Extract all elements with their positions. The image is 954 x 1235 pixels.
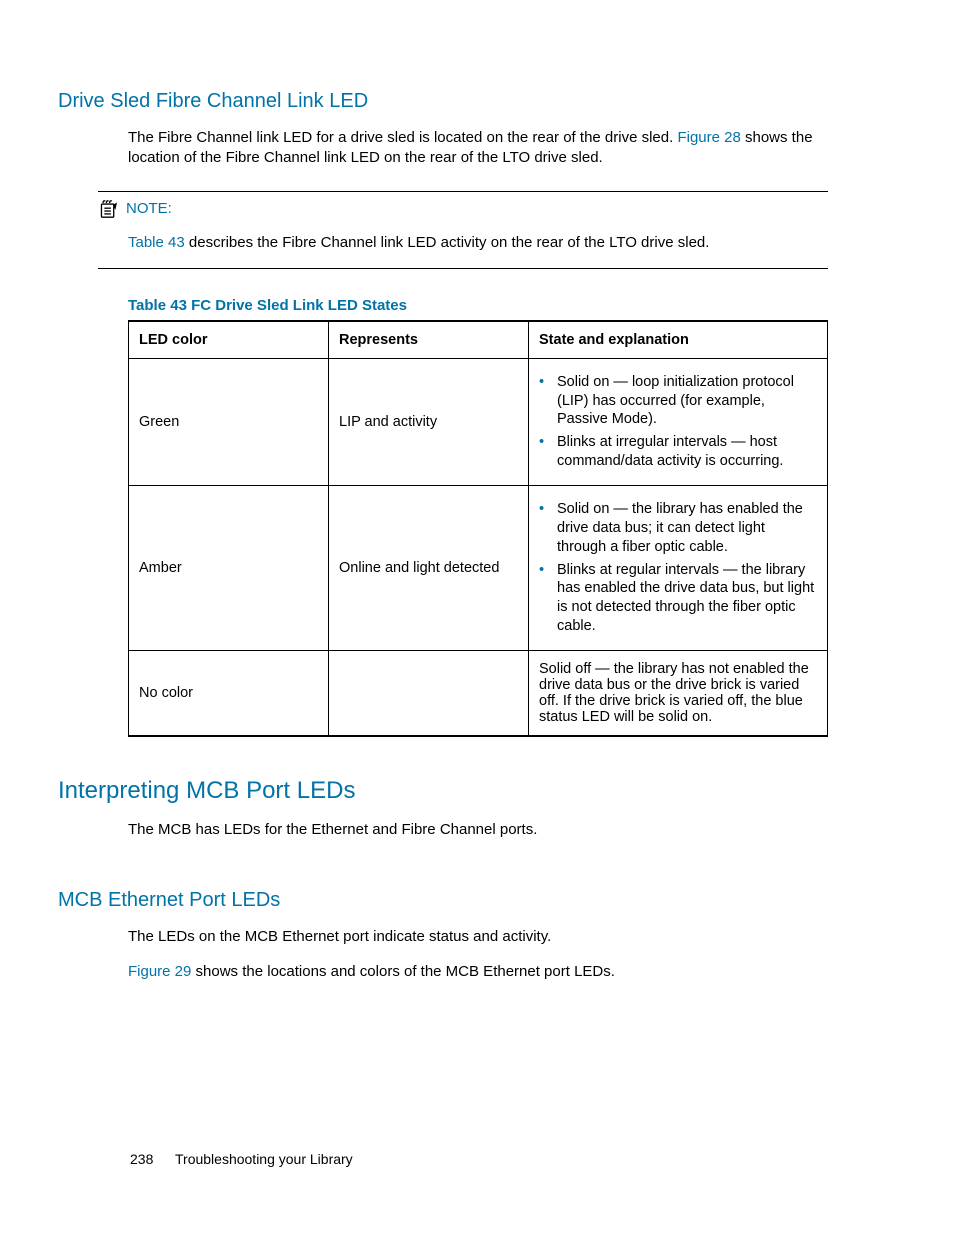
list-item: Blinks at regular intervals — the librar… [539, 561, 817, 636]
paragraph-mcb-ethernet-1: The LEDs on the MCB Ethernet port indica… [128, 927, 828, 947]
paragraph-mcb-ethernet-2: Figure 29 shows the locations and colors… [128, 962, 828, 982]
divider [98, 191, 828, 192]
table-cell-led-color: Amber [129, 485, 329, 650]
table-cell-state: Solid off — the library has not enabled … [529, 650, 828, 736]
table-row: No color Solid off — the library has not… [129, 650, 828, 736]
table-header-cell: State and explanation [529, 321, 828, 359]
table-header-cell: LED color [129, 321, 329, 359]
footer-section-title: Troubleshooting your Library [175, 1151, 353, 1167]
link-table-43[interactable]: Table 43 [128, 234, 185, 251]
text-fragment: describes the Fibre Channel link LED act… [185, 234, 710, 251]
note-text: Table 43 describes the Fibre Channel lin… [128, 233, 828, 253]
text-fragment: shows the locations and colors of the MC… [191, 963, 615, 980]
link-figure-28[interactable]: Figure 28 [677, 129, 740, 146]
list-item: Solid on — the library has enabled the d… [539, 500, 817, 557]
table-cell-represents [329, 650, 529, 736]
table-header-row: LED color Represents State and explanati… [129, 321, 828, 359]
link-figure-29[interactable]: Figure 29 [128, 963, 191, 980]
heading-drive-sled-fibre: Drive Sled Fibre Channel Link LED [58, 90, 828, 113]
table-caption: Table 43 FC Drive Sled Link LED States [128, 297, 828, 314]
table-header-cell: Represents [329, 321, 529, 359]
table-cell-led-color: No color [129, 650, 329, 736]
table-row: Amber Online and light detected Solid on… [129, 485, 828, 650]
divider [98, 268, 828, 269]
paragraph-mcb-intro: The MCB has LEDs for the Ethernet and Fi… [128, 820, 828, 840]
note-block: NOTE: Table 43 describes the Fibre Chann… [58, 191, 828, 269]
table-row: Green LIP and activity Solid on — loop i… [129, 358, 828, 485]
table-cell-led-color: Green [129, 358, 329, 485]
heading-interpreting-mcb: Interpreting MCB Port LEDs [58, 777, 828, 805]
table-cell-state: Solid on — loop initialization protocol … [529, 358, 828, 485]
list-item: Solid on — loop initialization protocol … [539, 373, 817, 430]
table-cell-represents: LIP and activity [329, 358, 529, 485]
note-icon [98, 200, 118, 218]
page-number: 238 [130, 1151, 153, 1167]
list-item: Blinks at irregular intervals — host com… [539, 433, 817, 471]
text-fragment: The Fibre Channel link LED for a drive s… [128, 129, 677, 146]
table-cell-represents: Online and light detected [329, 485, 529, 650]
table-cell-state: Solid on — the library has enabled the d… [529, 485, 828, 650]
heading-mcb-ethernet: MCB Ethernet Port LEDs [58, 889, 828, 912]
note-label: NOTE: [126, 200, 172, 217]
paragraph-drive-sled-intro: The Fibre Channel link LED for a drive s… [128, 128, 828, 169]
table-led-states: LED color Represents State and explanati… [128, 320, 828, 737]
page-footer: 238 Troubleshooting your Library [130, 1151, 353, 1167]
